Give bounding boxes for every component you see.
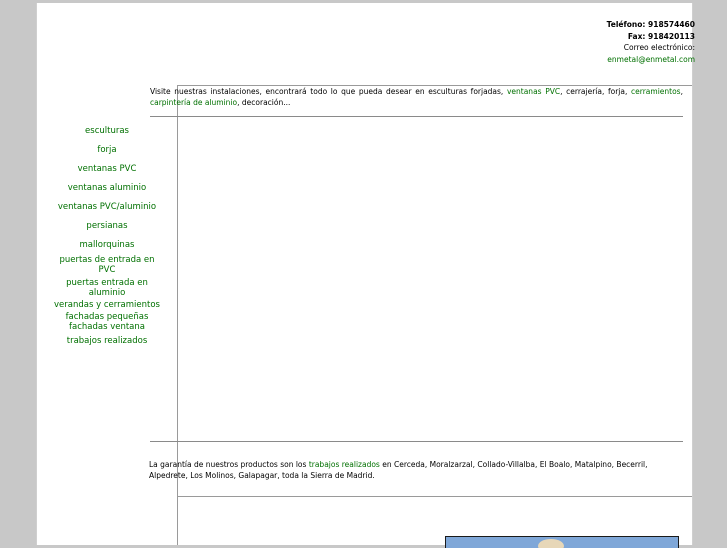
nav-trabajos-realizados[interactable]: trabajos realizados [37, 336, 177, 346]
nav-ventanas-pvc-aluminio[interactable]: ventanas PVC/aluminio [37, 202, 177, 212]
link-carpinteria-aluminio[interactable]: carpintería de aluminio [150, 98, 237, 107]
link-cerramientos[interactable]: cerramientos [631, 87, 681, 96]
nav-puertas-entrada-pvc-line2[interactable]: PVC [37, 265, 177, 275]
content-rule-bottom [150, 441, 683, 442]
nav-fachadas-pequenas[interactable]: fachadas pequeñas [37, 312, 177, 322]
nav-ventanas-pvc[interactable]: ventanas PVC [37, 164, 177, 174]
content-rule-top [150, 116, 683, 117]
intro-paragraph: Visite nuestras instalaciones, encontrar… [150, 87, 683, 108]
nav-esculturas[interactable]: esculturas [37, 126, 177, 136]
gallery-image[interactable] [445, 536, 679, 548]
nav-puertas-entrada-aluminio-line1[interactable]: puertas entrada en [37, 278, 177, 288]
intro-text-3: , [680, 87, 683, 96]
nav-verandas-cerramientos[interactable]: verandas y cerramientos [37, 300, 177, 310]
nav-fachadas-ventana[interactable]: fachadas ventana [37, 322, 177, 332]
page-container: Teléfono: 918574460 Fax: 918420113 Corre… [36, 3, 695, 548]
top-divider [177, 85, 692, 86]
phone-text: Teléfono: 918574460 [606, 20, 695, 29]
intro-text-1: Visite nuestras instalaciones, encontrar… [150, 87, 507, 96]
guarantee-paragraph: La garantía de nuestros productos son lo… [149, 459, 669, 481]
intro-text-2: , cerrajería, forja, [560, 87, 632, 96]
bottom-divider [177, 496, 692, 497]
link-trabajos-realizados[interactable]: trabajos realizados [309, 460, 380, 469]
email-label: Correo electrónico: [623, 43, 695, 52]
nav-ventanas-aluminio[interactable]: ventanas aluminio [37, 183, 177, 193]
guarantee-text-1: La garantía de nuestros productos son lo… [149, 460, 309, 469]
email-link[interactable]: enmetal@enmetal.com [575, 54, 695, 66]
nav-persianas[interactable]: persianas [37, 221, 177, 231]
intro-text-4: , decoración... [237, 97, 291, 107]
nav-forja[interactable]: forja [37, 145, 177, 155]
image-detail [538, 539, 564, 548]
nav-puertas-entrada-aluminio-line2[interactable]: aluminio [37, 288, 177, 298]
sidebar-nav: esculturas forja ventanas PVC ventanas a… [37, 126, 177, 346]
fax-text: Fax: 918420113 [627, 31, 695, 41]
nav-puertas-entrada-pvc-line1[interactable]: puertas de entrada en [37, 255, 177, 265]
nav-mallorquinas[interactable]: mallorquinas [37, 240, 177, 250]
contact-info: Teléfono: 918574460 Fax: 918420113 Corre… [575, 19, 695, 65]
link-ventanas-pvc[interactable]: ventanas PVC [507, 87, 560, 96]
